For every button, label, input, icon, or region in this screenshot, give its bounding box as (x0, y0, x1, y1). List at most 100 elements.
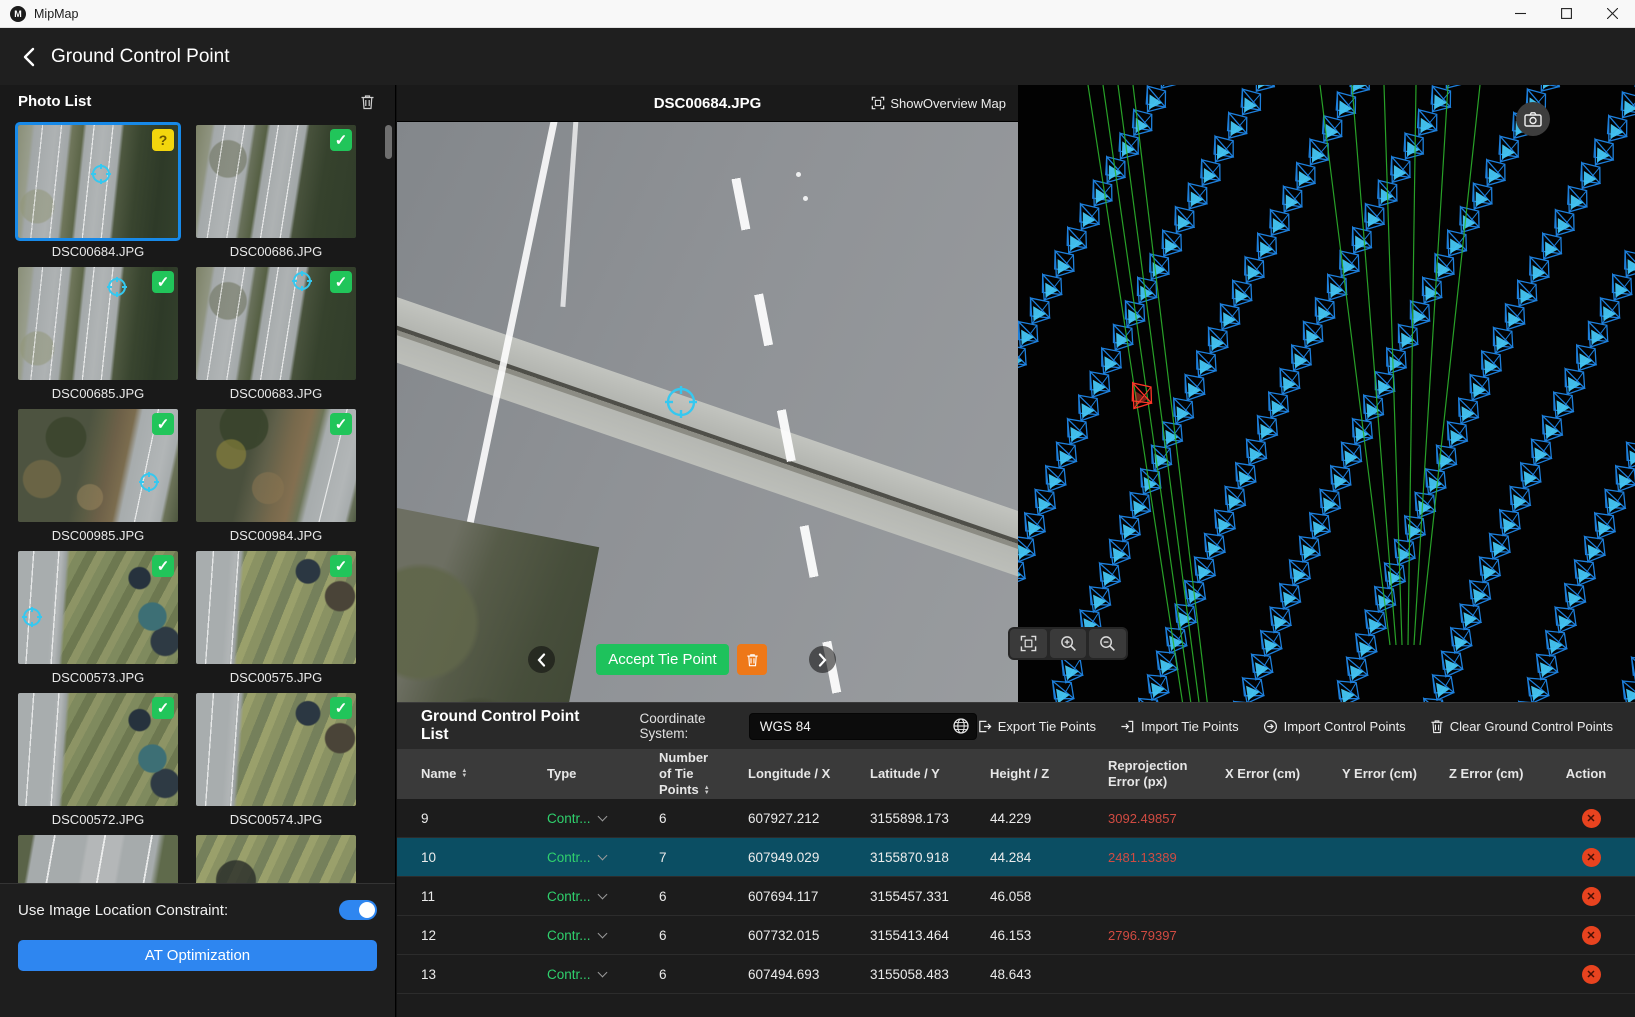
column-header-name[interactable]: Name▲▼ (421, 766, 547, 782)
gcp-type-dropdown[interactable]: Contr... (547, 811, 659, 826)
photo-item[interactable] (196, 835, 356, 883)
column-header-y-error: Y Error (cm) (1342, 766, 1449, 782)
gcp-type-dropdown[interactable]: Contr... (547, 967, 659, 982)
delete-gcp-button[interactable]: ✕ (1582, 887, 1601, 906)
location-constraint-toggle[interactable] (339, 900, 377, 920)
gcp-longitude: 607694.117 (748, 889, 870, 904)
check-badge: ✓ (330, 271, 352, 293)
zoom-in-button[interactable] (1050, 629, 1087, 658)
road-marking-dot (796, 172, 801, 177)
gcp-type-dropdown[interactable]: Contr... (547, 850, 659, 865)
delete-gcp-button[interactable]: ✕ (1582, 809, 1601, 828)
photo-thumbnail[interactable] (18, 835, 178, 883)
gcp-row[interactable]: 13Contr...6607494.6933155058.48348.643✕ (397, 955, 1635, 994)
photo-thumbnail[interactable]: ✓ (18, 551, 178, 664)
gcp-row[interactable]: 9Contr...6607927.2123155898.17344.229309… (397, 799, 1635, 838)
photo-item[interactable]: ✓DSC00686.JPG (196, 125, 356, 263)
column-header-z-error: Z Error (cm) (1449, 766, 1551, 782)
photo-item[interactable]: ✓DSC00574.JPG (196, 693, 356, 831)
camera-icon (1524, 111, 1542, 127)
snapshot-camera-button[interactable] (1516, 102, 1550, 136)
column-header-type: Type (547, 766, 659, 782)
import-tie-points-button[interactable]: Import Tie Points (1120, 719, 1239, 734)
minimize-button[interactable] (1497, 0, 1543, 27)
gcp-latitude: 3155898.173 (870, 811, 990, 826)
clear-gcp-button[interactable]: Clear Ground Control Points (1430, 719, 1613, 734)
column-header-tie-points[interactable]: Number of Tie Points▲▼ (659, 750, 731, 799)
photo-item[interactable]: ✓DSC00985.JPG (18, 409, 178, 547)
gcp-row[interactable]: 10Contr...7607949.0293155870.91844.28424… (397, 838, 1635, 877)
photo-thumbnail[interactable]: ✓ (196, 693, 356, 806)
3d-camera-view[interactable] (1018, 85, 1635, 702)
zoom-out-button[interactable] (1089, 629, 1126, 658)
photo-thumbnail[interactable]: ✓ (196, 409, 356, 522)
tie-point-crosshair-icon (137, 470, 161, 494)
coordinate-system-picker-button[interactable] (952, 717, 970, 735)
photo-thumbnail[interactable]: ✓ (196, 551, 356, 664)
gcp-height: 48.643 (990, 967, 1108, 982)
photo-item[interactable]: ✓DSC00685.JPG (18, 267, 178, 405)
photo-item[interactable]: ✓DSC00984.JPG (196, 409, 356, 547)
close-button[interactable] (1589, 0, 1635, 27)
delete-gcp-button[interactable]: ✕ (1582, 848, 1601, 867)
gcp-longitude: 607732.015 (748, 928, 870, 943)
gcp-type-dropdown[interactable]: Contr... (547, 928, 659, 943)
column-header-reprojection: Reprojection Error (px) (1108, 758, 1204, 791)
photo-item[interactable] (18, 835, 178, 883)
show-overview-map-button[interactable]: ShowOverview Map (865, 95, 1018, 112)
previous-photo-button[interactable] (528, 646, 555, 673)
delete-tie-point-button[interactable] (737, 644, 767, 675)
back-button[interactable] (22, 47, 36, 67)
photo-thumbnail[interactable]: ✓ (196, 125, 356, 238)
photo-list-scroll-area[interactable]: ?DSC00684.JPG✓DSC00686.JPG✓DSC00685.JPG✓… (0, 118, 395, 883)
check-badge: ✓ (152, 555, 174, 577)
fit-view-icon (1020, 635, 1037, 652)
photo-thumbnail[interactable]: ✓ (18, 693, 178, 806)
gcp-row[interactable]: 12Contr...6607732.0153155413.46446.15327… (397, 916, 1635, 955)
gcp-height: 46.153 (990, 928, 1108, 943)
trash-icon (746, 653, 759, 667)
gcp-type-dropdown[interactable]: Contr... (547, 889, 659, 904)
photo-thumbnail[interactable]: ✓ (196, 267, 356, 380)
gcp-reprojection-error: 3092.49857 (1108, 811, 1225, 826)
zoom-in-icon (1060, 635, 1077, 652)
export-tie-points-button[interactable]: Export Tie Points (977, 719, 1096, 734)
window-titlebar: M MipMap (0, 0, 1635, 28)
photo-item[interactable]: ✓DSC00575.JPG (196, 551, 356, 689)
page-title: Ground Control Point (51, 46, 230, 68)
gcp-latitude: 3155870.918 (870, 850, 990, 865)
photo-thumbnail[interactable]: ✓ (18, 409, 178, 522)
photo-thumbnail[interactable] (196, 835, 356, 883)
photo-item[interactable]: ✓DSC00573.JPG (18, 551, 178, 689)
delete-gcp-button[interactable]: ✕ (1582, 926, 1601, 945)
fit-view-button[interactable] (1010, 629, 1047, 658)
location-constraint-label: Use Image Location Constraint: (18, 902, 228, 919)
photo-item[interactable]: ✓DSC00572.JPG (18, 693, 178, 831)
gcp-name: 10 (421, 850, 547, 865)
coordinate-system-input[interactable] (749, 713, 977, 740)
chevron-down-icon (597, 850, 607, 860)
check-badge: ✓ (330, 413, 352, 435)
accept-tie-point-button[interactable]: Accept Tie Point (596, 644, 729, 675)
photo-list-scrollbar[interactable] (385, 125, 392, 159)
gcp-height: 44.284 (990, 850, 1108, 865)
sort-icon: ▲▼ (461, 769, 467, 779)
check-badge: ✓ (152, 271, 174, 293)
photo-item[interactable]: ✓DSC00683.JPG (196, 267, 356, 405)
photo-name: DSC00684.JPG (18, 244, 178, 263)
gcp-row[interactable]: 11Contr...6607694.1173155457.33146.058✕ (397, 877, 1635, 916)
maximize-button[interactable] (1543, 0, 1589, 27)
photo-thumbnail[interactable]: ? (18, 125, 178, 238)
main-photo[interactable]: Accept Tie Point (397, 122, 1018, 702)
delete-photos-button[interactable] (360, 94, 375, 110)
next-photo-button[interactable] (809, 646, 836, 673)
column-header-height: Height / Z (990, 766, 1108, 782)
chevron-down-icon (597, 967, 607, 977)
tie-point-crosshair-icon (662, 383, 700, 421)
photo-item[interactable]: ? DSC00684.JPG (18, 125, 178, 263)
delete-gcp-button[interactable]: ✕ (1582, 965, 1601, 984)
tie-point-crosshair-icon (20, 605, 44, 629)
import-control-points-button[interactable]: Import Control Points (1263, 719, 1406, 734)
at-optimization-button[interactable]: AT Optimization (18, 940, 377, 971)
photo-thumbnail[interactable]: ✓ (18, 267, 178, 380)
